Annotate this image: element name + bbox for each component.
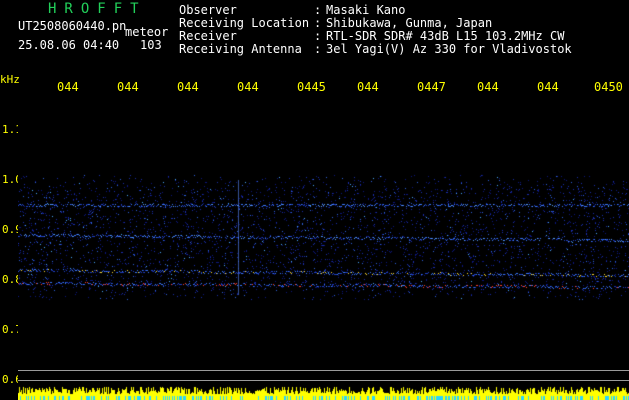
frequency-unit-label: kHz [0,73,20,86]
station-info: Observer: Masaki Kano Receiving Location:… [179,4,572,56]
event-count: 103 [140,38,162,52]
time-tick: 044 [537,80,559,94]
info-value: RTL-SDR SDR# 43dB L15 103.2MHz CW [326,29,565,43]
time-tick: 0450 [594,80,623,94]
date-time: 25.08.06 04:40 [18,38,120,52]
app-title: HROFFT [48,1,147,17]
time-tick: 044 [357,80,379,94]
info-value: 3el Yagi(V) Az 330 for Vladivostok [326,42,572,56]
signal-level-strip [18,384,629,400]
time-tick: 0445 [297,80,326,94]
info-row-antenna: Receiving Antenna:3el Yagi(V) Az 330 for… [179,43,572,56]
time-tick: 044 [477,80,499,94]
reference-line [18,380,629,381]
info-value: Masaki Kano [326,3,406,17]
file-name: UT2508060440.pn [18,19,127,33]
reference-line [18,370,629,371]
time-tick: 044 [57,80,79,94]
time-tick: 0447 [417,80,446,94]
info-value: Shibukawa, Gunma, Japan [326,16,493,30]
spectrogram-canvas [18,95,629,385]
time-tick: 044 [177,80,199,94]
header-left: HROFFT UT2508060440.pn meteor 25.08.06 0… [0,0,175,60]
info-colon: : [314,42,322,56]
time-tick: 044 [237,80,259,94]
spectrogram-window: HROFFT UT2508060440.pn meteor 25.08.06 0… [0,0,629,400]
info-label: Receiving Antenna [179,42,302,56]
time-tick: 044 [117,80,139,94]
event-tag: meteor [125,25,169,39]
